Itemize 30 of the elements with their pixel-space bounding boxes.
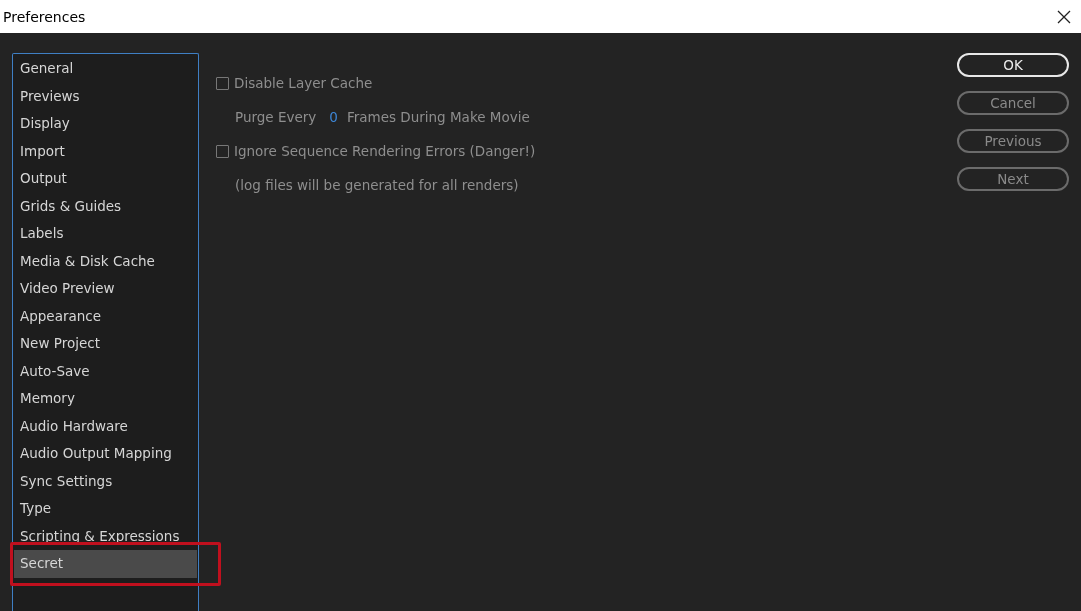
category-item[interactable]: Type — [14, 495, 197, 523]
note-text: (log files will be generated for all renders) — [235, 177, 519, 193]
category-item[interactable]: Audio Hardware — [14, 412, 197, 440]
category-item[interactable]: Secret — [14, 550, 197, 578]
category-item[interactable]: Audio Output Mapping — [14, 440, 197, 468]
category-item[interactable]: Previews — [14, 82, 197, 110]
category-item[interactable]: Media & Disk Cache — [14, 247, 197, 275]
dialog-button[interactable]: OK — [957, 53, 1069, 77]
category-item[interactable]: Memory — [14, 385, 197, 413]
option-label: Disable Layer Cache — [234, 75, 373, 91]
checkbox[interactable] — [216, 144, 229, 158]
category-item[interactable]: Labels — [14, 220, 197, 248]
category-item[interactable]: Import — [14, 137, 197, 165]
category-item[interactable]: Sync Settings — [14, 467, 197, 495]
option-label: Purge Every — [235, 109, 317, 125]
category-item[interactable]: New Project — [14, 330, 197, 358]
number-value[interactable]: 0 — [329, 109, 338, 125]
option-label: Ignore Sequence Rendering Errors (Danger!) — [234, 143, 536, 159]
category-item[interactable]: Display — [14, 110, 197, 138]
option-label: Frames During Make Movie — [346, 109, 530, 125]
category-item[interactable]: Video Preview — [14, 275, 197, 303]
category-item[interactable]: General — [14, 55, 197, 83]
window-title: Preferences — [3, 8, 86, 25]
category-item[interactable]: Appearance — [14, 302, 197, 330]
checkbox[interactable] — [216, 76, 229, 90]
close-icon[interactable] — [1057, 9, 1071, 24]
category-item[interactable]: Grids & Guides — [14, 192, 197, 220]
category-item[interactable]: Scripting & Expressions — [14, 522, 197, 550]
category-item[interactable]: Auto-Save — [14, 357, 197, 385]
category-item[interactable]: Output — [14, 165, 197, 193]
